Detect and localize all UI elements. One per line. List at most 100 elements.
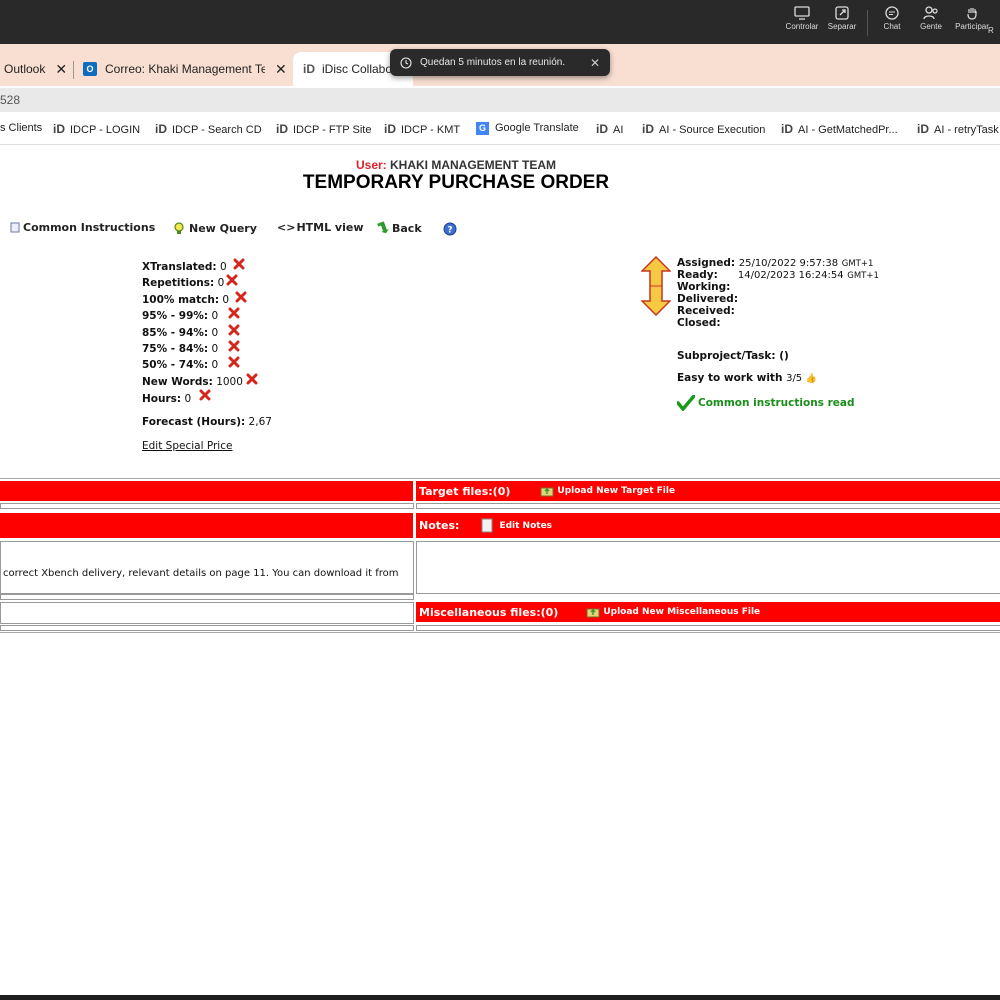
stat-100-match: 100% match: 0	[142, 294, 229, 306]
ready-row: Ready: 14/02/2023 16:24:54 GMT+1	[677, 269, 879, 281]
raise-hand-icon	[967, 8, 977, 20]
delete-x-icon[interactable]	[228, 340, 240, 352]
stat-label: 75% - 84%:	[142, 343, 209, 355]
subproject-label: Subproject/Task:	[677, 350, 776, 362]
help-icon[interactable]: ?	[443, 221, 457, 240]
tab-correo[interactable]: O Correo: Khaki Management Team ✕	[83, 52, 287, 86]
folder-upload-icon	[586, 608, 600, 618]
bookmark-ai-source[interactable]: iD AI - Source Execution	[642, 122, 765, 136]
delete-x-icon[interactable]	[199, 389, 211, 401]
delete-x-icon[interactable]	[228, 307, 240, 319]
up-down-arrow-icon[interactable]	[641, 256, 671, 316]
stat-95-99: 95% - 99%: 0	[142, 310, 218, 322]
upload-target-button[interactable]: Upload New Target File	[540, 485, 675, 497]
control-button[interactable]: Controlar	[782, 6, 822, 31]
user-line: User: KHAKI MANAGEMENT TEAM	[0, 158, 912, 172]
subproject-value: ()	[779, 350, 789, 362]
document-icon	[10, 222, 20, 233]
delete-x-icon[interactable]	[246, 373, 258, 385]
idisc-icon: iD	[781, 122, 793, 136]
idisc-icon: iD	[917, 122, 929, 136]
assigned-row: Assigned: 25/10/2022 9:57:38 GMT+1	[677, 257, 873, 269]
easy-row: Easy to work with 3/5 👍	[677, 372, 817, 384]
edit-notes-button[interactable]: Edit Notes	[481, 518, 552, 533]
forecast: Forecast (Hours): 2,67	[142, 416, 272, 428]
delete-x-icon[interactable]	[228, 356, 240, 368]
idisc-icon: iD	[384, 122, 396, 136]
html-view-link[interactable]: <> HTML view	[277, 221, 364, 234]
notepad-icon	[481, 518, 493, 533]
nav-label: Back	[392, 221, 422, 235]
delete-x-icon[interactable]	[228, 324, 240, 336]
easy-label: Easy to work with	[677, 372, 783, 384]
edit-special-price-link[interactable]: Edit Special Price	[142, 440, 232, 452]
bookmark-clients[interactable]: s Clients	[0, 122, 42, 134]
check-icon	[677, 395, 695, 411]
common-read-label: Common instructions read	[698, 397, 855, 409]
bookmark-idcp-search[interactable]: iD IDCP - Search CD	[155, 122, 262, 136]
stat-value: 0	[184, 393, 192, 405]
stat-xtranslated: XTranslated: 0	[142, 261, 227, 273]
react-button[interactable]: R	[988, 26, 1000, 35]
notes-panel	[416, 541, 1000, 594]
delete-x-icon[interactable]	[235, 291, 247, 303]
bookmark-label: AI - retryTask	[934, 124, 999, 136]
meeting-reminder-toast: Quedan 5 minutos en la reunión. ✕	[390, 49, 610, 76]
url-text: 528	[0, 93, 21, 107]
tab-outlook[interactable]: Outlook ✕	[4, 52, 67, 86]
back-link[interactable]: Back	[377, 221, 422, 235]
stat-label: 85% - 94%:	[142, 327, 209, 339]
bookmark-label: IDCP - Search CD	[172, 124, 262, 136]
pop-out-button[interactable]: Separar	[822, 6, 862, 31]
target-files-label: Target files:(0)	[419, 484, 511, 498]
bookmarks-bar: s Clients iD IDCP - LOGIN iD IDCP - Search…	[0, 114, 1000, 145]
delete-x-icon[interactable]	[233, 258, 245, 270]
page-title: TEMPORARY PURCHASE ORDER	[302, 172, 610, 193]
stat-value: 0	[211, 359, 219, 371]
working-label: Working:	[677, 281, 731, 293]
misc-files-panel	[416, 625, 1000, 631]
folder-upload-icon	[540, 487, 554, 497]
people-button[interactable]: Gente	[911, 6, 951, 31]
assigned-label: Assigned:	[677, 257, 736, 269]
common-instructions-read: Common instructions read	[677, 395, 854, 411]
idisc-icon: iD	[155, 122, 167, 136]
close-icon[interactable]: ✕	[590, 56, 600, 70]
bookmark-idcp-kmt[interactable]: iD IDCP - KMT	[384, 122, 460, 136]
url-field[interactable]: 528	[0, 88, 1000, 112]
stat-hours: Hours: 0	[142, 393, 191, 405]
bookmark-idcp-login[interactable]: iD IDCP - LOGIN	[53, 122, 140, 136]
misc-files-bar: Miscellaneous files:(0) Upload New Misce…	[416, 602, 1000, 622]
svg-text:?: ?	[447, 226, 452, 236]
upload-misc-button[interactable]: Upload New Miscellaneous File	[586, 606, 760, 618]
bookmark-ai[interactable]: iD AI	[596, 122, 623, 136]
bookmark-label: AI - Source Execution	[659, 124, 766, 136]
new-query-link[interactable]: New Query	[172, 221, 257, 235]
forecast-value: 2,67	[248, 416, 272, 428]
lightbulb-icon	[174, 222, 184, 234]
user-label: User:	[355, 158, 387, 172]
close-icon[interactable]: ✕	[275, 61, 287, 78]
delete-x-icon[interactable]	[226, 274, 238, 286]
subproject-row: Subproject/Task: ()	[677, 350, 789, 362]
stat-85-94: 85% - 94%: 0	[142, 327, 218, 339]
people-icon	[923, 6, 938, 20]
screen-share-icon	[794, 6, 810, 20]
common-instructions-link[interactable]: Common Instructions	[10, 221, 155, 234]
closed-label: Closed:	[677, 317, 721, 329]
bookmark-label: s Clients	[0, 122, 43, 134]
upload-target-label: Upload New Target File	[557, 486, 676, 496]
bookmark-ai-retry[interactable]: iD AI - retryTask	[917, 122, 999, 136]
chat-button[interactable]: Chat	[872, 6, 912, 31]
stat-75-84: 75% - 84%: 0	[142, 343, 218, 355]
pop-out-icon	[835, 6, 849, 20]
bookmark-ai-getmatched[interactable]: iD AI - GetMatchedPr...	[781, 122, 898, 136]
easy-value: 3/5	[786, 373, 803, 384]
pop-out-label: Separar	[827, 22, 857, 31]
stat-value: 1000	[216, 376, 243, 388]
close-icon[interactable]: ✕	[55, 61, 67, 78]
bookmark-idcp-ftp[interactable]: iD IDCP - FTP Site	[276, 122, 371, 136]
thumbs-up-icon[interactable]: 👍	[806, 374, 817, 384]
raise-hand-button[interactable]: Participar	[952, 6, 992, 31]
bookmark-google-translate[interactable]: G Google Translate	[476, 122, 579, 135]
